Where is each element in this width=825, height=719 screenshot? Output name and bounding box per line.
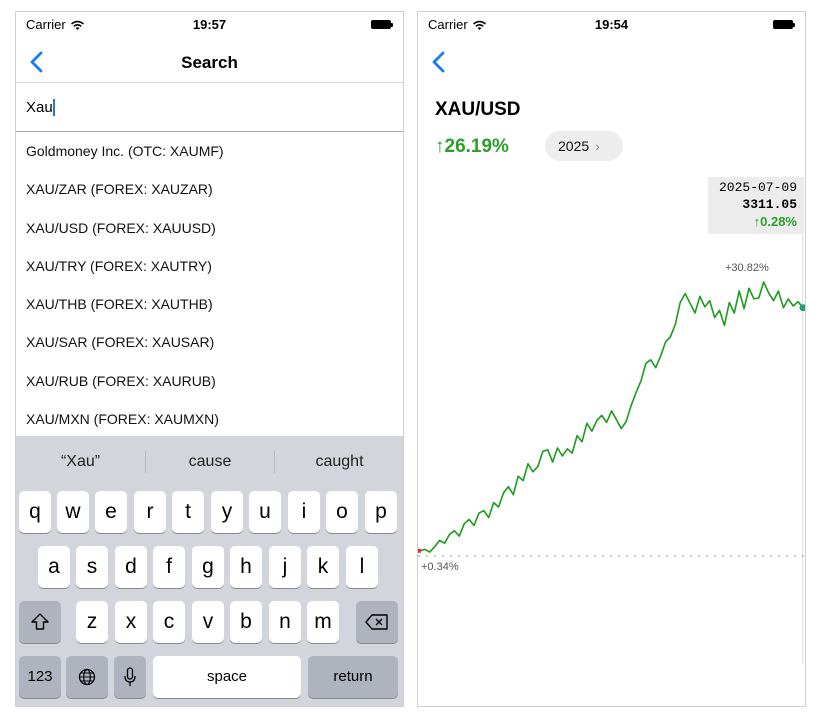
key-w[interactable]: w xyxy=(57,491,89,533)
return-key[interactable]: return xyxy=(308,656,398,698)
delete-key[interactable] xyxy=(356,601,398,643)
battery-icon xyxy=(773,20,795,29)
keyboard: “Xau” cause caught q w e r t y u i o p a… xyxy=(16,436,403,706)
status-bar: Carrier 19:57 xyxy=(16,12,403,36)
key-j[interactable]: j xyxy=(269,546,301,588)
space-key[interactable]: space xyxy=(153,656,301,698)
key-u[interactable]: u xyxy=(249,491,281,533)
text-cursor xyxy=(53,99,55,116)
search-result-item[interactable]: XAU/THB (FOREX: XAUTHB) xyxy=(16,285,403,323)
search-input[interactable] xyxy=(26,95,386,119)
status-time: 19:57 xyxy=(192,17,227,32)
shift-icon xyxy=(31,613,49,631)
key-y[interactable]: y xyxy=(211,491,243,533)
key-r[interactable]: r xyxy=(134,491,166,533)
key-z[interactable]: z xyxy=(76,601,108,643)
search-result-item[interactable]: Goldmoney Inc. (OTC: XAUMF) xyxy=(16,132,403,170)
key-b[interactable]: b xyxy=(230,601,262,643)
key-s[interactable]: s xyxy=(76,546,108,588)
status-bar: Carrier 19:54 xyxy=(418,12,805,36)
key-a[interactable]: a xyxy=(38,546,70,588)
key-n[interactable]: n xyxy=(269,601,301,643)
key-e[interactable]: e xyxy=(95,491,127,533)
suggestion-1[interactable]: “Xau” xyxy=(16,436,145,486)
microphone-icon xyxy=(124,667,136,687)
price-chart[interactable] xyxy=(418,252,805,672)
key-m[interactable]: m xyxy=(307,601,339,643)
navigation-bar xyxy=(418,42,805,82)
start-point xyxy=(418,548,421,553)
predictive-bar: “Xau” cause caught xyxy=(16,436,403,486)
key-o[interactable]: o xyxy=(326,491,358,533)
backspace-icon xyxy=(365,614,388,631)
key-x[interactable]: x xyxy=(115,601,147,643)
key-k[interactable]: k xyxy=(307,546,339,588)
search-result-item[interactable]: XAU/MXN (FOREX: XAUMXN) xyxy=(16,400,403,438)
dictation-key[interactable] xyxy=(114,656,146,698)
key-g[interactable]: g xyxy=(192,546,224,588)
key-f[interactable]: f xyxy=(153,546,185,588)
search-result-item[interactable]: XAU/RUB (FOREX: XAURUB) xyxy=(16,362,403,400)
search-result-item[interactable]: XAU/USD (FOREX: XAUUSD) xyxy=(16,209,403,247)
key-p[interactable]: p xyxy=(365,491,397,533)
max-label: +30.82% xyxy=(725,262,769,274)
search-screen: Carrier 19:57 Search Goldmoney Inc. (OTC… xyxy=(15,11,404,707)
back-button[interactable] xyxy=(428,49,450,75)
search-results-list: Goldmoney Inc. (OTC: XAUMF) XAU/ZAR (FOR… xyxy=(16,132,403,438)
numbers-key[interactable]: 123 xyxy=(19,656,61,698)
price-tooltip: 2025-07-09 3311.05 ↑0.28% xyxy=(708,177,804,234)
key-q[interactable]: q xyxy=(19,491,51,533)
price-series-line xyxy=(419,281,804,553)
key-t[interactable]: t xyxy=(172,491,204,533)
key-d[interactable]: d xyxy=(115,546,147,588)
suggestion-2[interactable]: cause xyxy=(146,436,274,486)
chevron-right-icon: › xyxy=(595,138,600,154)
key-l[interactable]: l xyxy=(346,546,378,588)
key-v[interactable]: v xyxy=(192,601,224,643)
status-time: 19:54 xyxy=(594,17,629,32)
key-i[interactable]: i xyxy=(288,491,320,533)
search-result-item[interactable]: XAU/SAR (FOREX: XAUSAR) xyxy=(16,323,403,361)
min-label: +0.34% xyxy=(421,561,459,573)
suggestion-3[interactable]: caught xyxy=(275,436,403,486)
percent-change: ↑26.19% xyxy=(435,136,509,157)
key-h[interactable]: h xyxy=(230,546,262,588)
tooltip-date: 2025-07-09 xyxy=(718,180,797,195)
globe-key[interactable] xyxy=(66,656,108,698)
search-result-item[interactable]: XAU/TRY (FOREX: XAUTRY) xyxy=(16,247,403,285)
page-title: Search xyxy=(181,53,238,72)
shift-key[interactable] xyxy=(19,601,61,643)
year-label: 2025 xyxy=(558,138,590,154)
battery-icon xyxy=(371,20,393,29)
search-result-item[interactable]: XAU/ZAR (FOREX: XAUZAR) xyxy=(16,170,403,208)
tooltip-price: 3311.05 xyxy=(742,197,797,212)
globe-icon xyxy=(78,669,96,686)
key-c[interactable]: c xyxy=(153,601,185,643)
chevron-left-icon xyxy=(432,51,445,73)
chart-screen: Carrier 19:54 XAU/USD ↑26.19% 2025 › 2025… xyxy=(417,11,806,707)
ticker-title: XAU/USD xyxy=(435,99,521,120)
year-selector-button[interactable]: 2025 › xyxy=(545,131,623,161)
navigation-bar: Search xyxy=(16,42,403,82)
tooltip-change: ↑0.28% xyxy=(753,214,797,229)
search-field[interactable] xyxy=(16,83,403,132)
